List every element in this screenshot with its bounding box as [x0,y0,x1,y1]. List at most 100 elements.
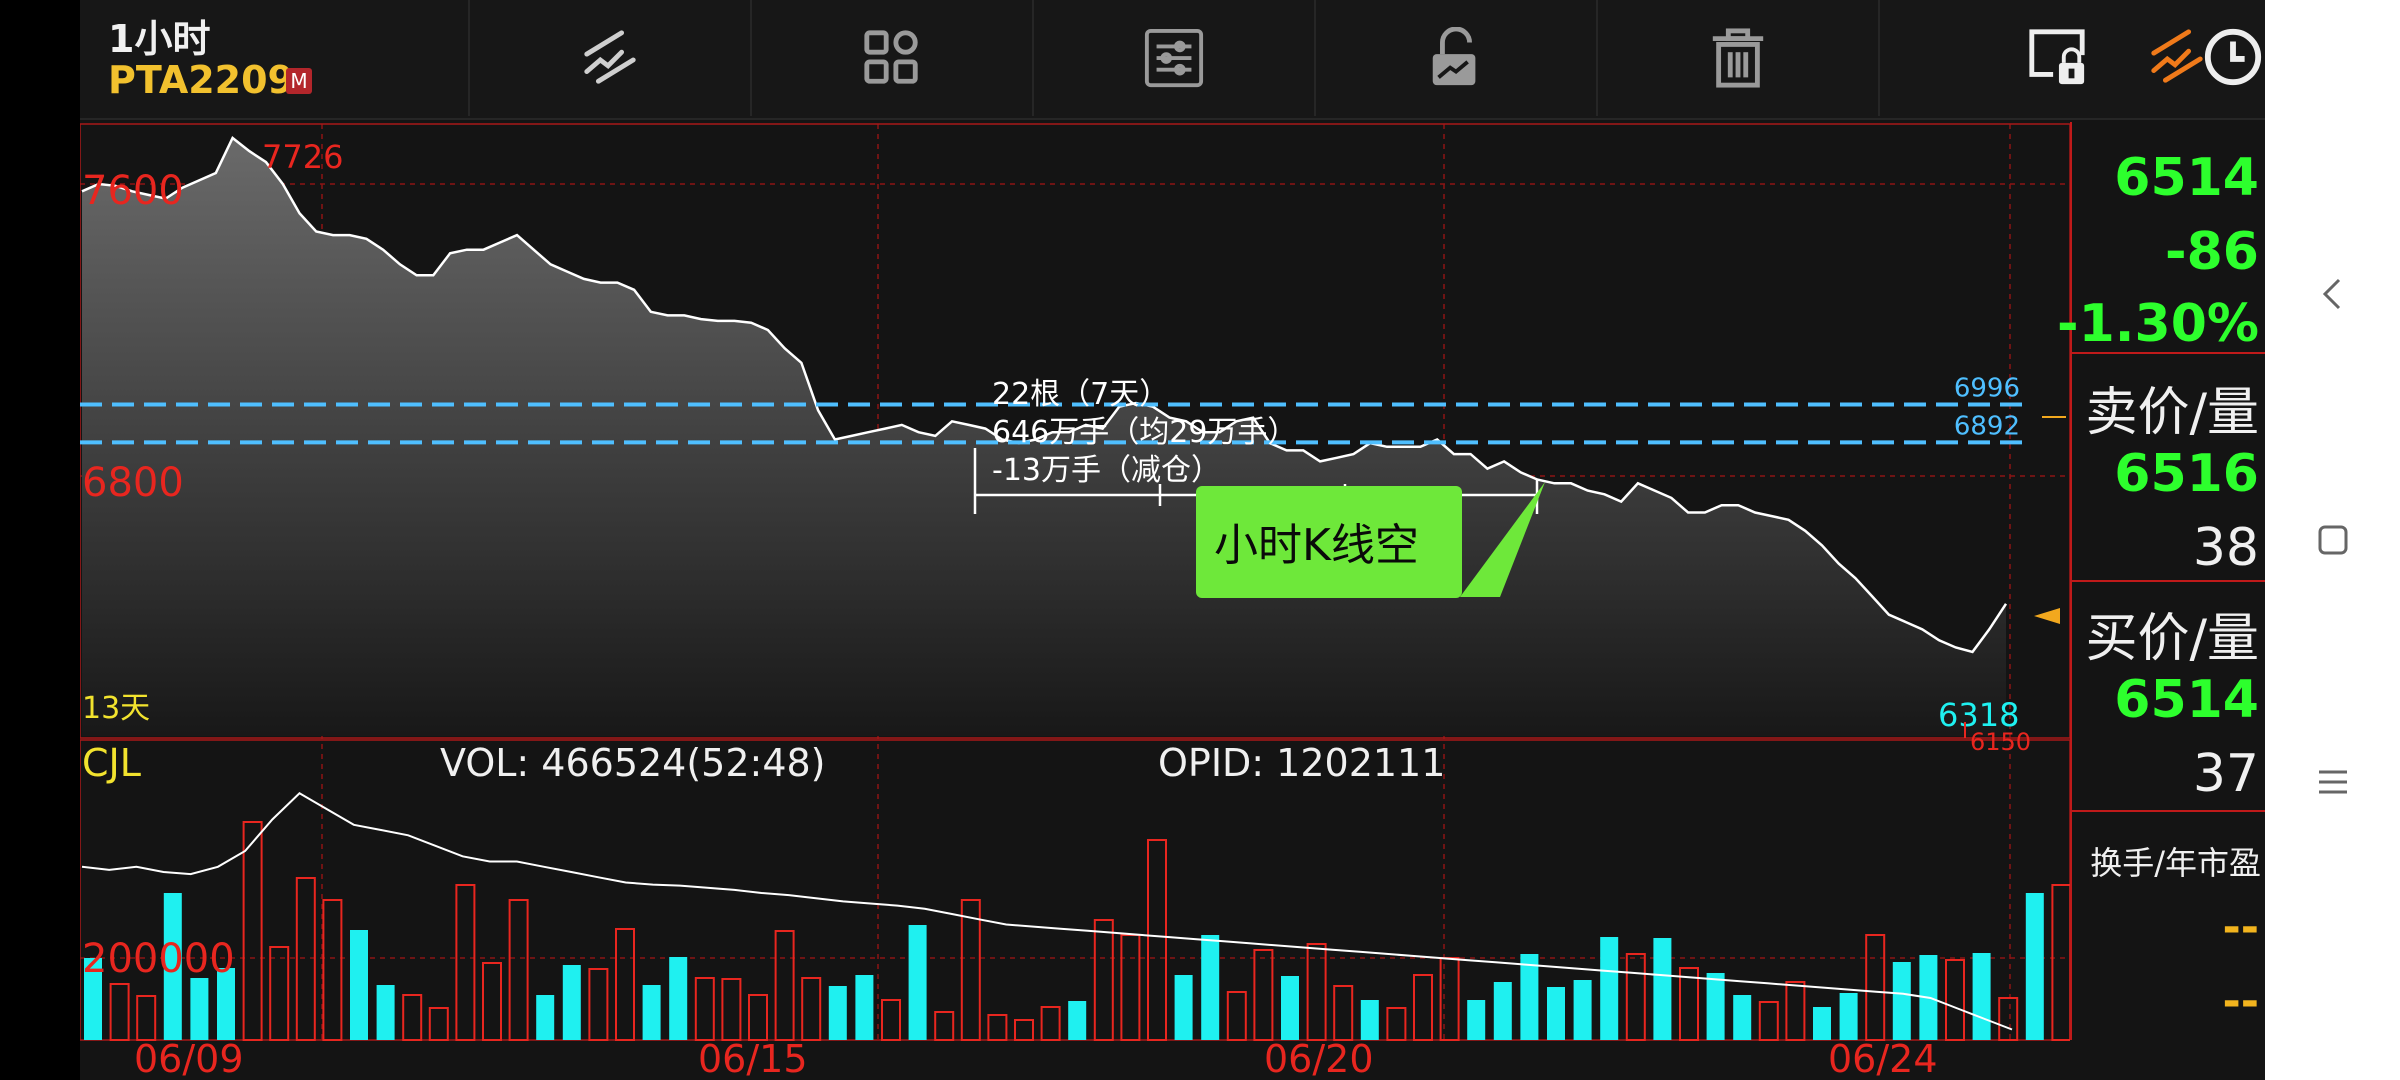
last-price: 6514 [2114,148,2259,208]
home-button[interactable] [2303,510,2363,570]
volume-bar [881,999,901,1041]
volume-bar [1386,1007,1407,1041]
volume-bar [1998,997,2019,1041]
volume-bar [1014,1019,1034,1041]
volume-bar [694,977,715,1041]
volume-bar [136,995,157,1041]
symbol-label: PTA2209 [108,58,294,102]
turnover-value: -- [2222,902,2259,953]
volume-bar [801,977,822,1041]
lock-screen-button[interactable] [2026,26,2088,92]
ask-label: 卖价/量 [2085,383,2259,443]
trash-icon [1712,28,1764,88]
volume-bar [1600,937,1619,1040]
x-tick-0620: 06/20 [1264,1037,1374,1080]
volume-title: CJL [82,741,141,785]
volume-bar [1625,953,1646,1041]
volume-bar [774,930,795,1041]
volume-bar [1360,1000,1379,1040]
clock-button-2[interactable] [2202,26,2264,92]
trading-app: 1小时 PTA2209 M 6996 6892 22根（7天） 646万手（均2… [80,0,2269,1080]
volume-bar [1201,935,1220,1040]
back-chevron-icon [2322,278,2341,310]
volume-bar [1547,987,1565,1040]
volume-bar [1226,991,1247,1041]
draw-line-button[interactable] [470,0,752,116]
volume-bar [1093,919,1114,1041]
turnover-label: 换手/年市盈 [2090,844,2261,882]
volume-bar [1520,954,1539,1040]
draw-line-active-icon [2151,29,2203,83]
volume-bar [934,1011,955,1041]
range-stats-line1: 22根（7天） [992,377,1169,412]
volume-bar [1972,953,1991,1040]
settings-button[interactable] [1034,0,1316,116]
volume-bar [109,983,130,1041]
symbol-selector[interactable]: 1小时 PTA2209 M [80,0,470,116]
panel-bottom-space [2132,1040,2267,1080]
volume-bar [190,978,209,1040]
range-days-label: 13天 [82,691,150,726]
x-tick-0609: 06/09 [134,1037,244,1080]
draw-line-icon [584,30,636,84]
max-price-label: 7726 [262,138,343,176]
volume-bar [350,930,368,1040]
drawn-line-6892-label: 6892 [1954,411,2020,441]
volume-bar [642,985,661,1040]
volume-bar [2025,893,2044,1040]
toolbar-right-group [1880,0,2265,116]
volume-bar [987,1014,1008,1041]
back-button[interactable] [2303,264,2363,324]
period-label: 1小时 [108,17,211,61]
draw-line-active-button[interactable] [2146,26,2208,92]
toolbar: 1小时 PTA2209 M [80,0,2265,120]
lock-screen-icon [2029,29,2085,85]
pe-value: -- [2222,976,2259,1027]
x-tick-0624: 06/24 [1828,1037,1938,1080]
price-change: -86 [2165,222,2259,282]
volume-bar [1839,993,1858,1040]
volume-bar [1679,967,1699,1041]
volume-bar [721,978,742,1041]
note-text: 小时K线空 [1214,520,1419,571]
volume-bar [960,899,981,1041]
volume-bar [1147,839,1167,1041]
layout-button[interactable] [752,0,1034,116]
chart-area[interactable]: 6996 6892 22根（7天） 646万手（均29万手） -13万手（减仓）… [80,122,2070,1080]
divider [2072,810,2267,812]
bid-volume: 37 [2192,744,2259,804]
volume-bar [1758,1001,1779,1041]
volume-bar [615,928,635,1041]
volume-bar [1573,980,1592,1040]
volume-bar [669,957,688,1040]
opid-stats: OPID: 1202111 [1158,741,1445,785]
volume-bar [2051,884,2070,1041]
volume-bars [84,821,2070,1041]
market-badge: M [286,68,312,94]
y-label-high: 7600 [82,168,184,214]
unlock-icon [1432,27,1476,86]
volume-bar [1892,962,1911,1040]
drawn-line-6996-label: 6996 [1954,373,2020,403]
unlock-button[interactable] [1316,0,1598,116]
volume-bar [402,994,423,1041]
settings-sliders-icon [1144,28,1204,88]
y-label-low: 6800 [82,460,184,506]
range-stats-line2: 646万手（均29万手） [992,415,1297,450]
volume-bar [1120,934,1141,1041]
bid-price: 6514 [2114,670,2259,730]
bid-marker [2034,608,2060,624]
volume-bar [376,985,395,1040]
volume-bar [1253,949,1274,1041]
delete-button[interactable] [1598,0,1880,116]
volume-bar [588,968,609,1041]
recents-button[interactable] [2303,752,2363,812]
volume-y-label: 200000 [82,936,235,982]
home-square-icon [2318,525,2348,555]
volume-bar [1281,976,1299,1040]
volume-bar [908,925,927,1040]
volume-bar [428,1007,449,1041]
volume-bar [536,995,555,1040]
volume-bar [1813,1007,1831,1040]
volume-bar [295,877,316,1041]
